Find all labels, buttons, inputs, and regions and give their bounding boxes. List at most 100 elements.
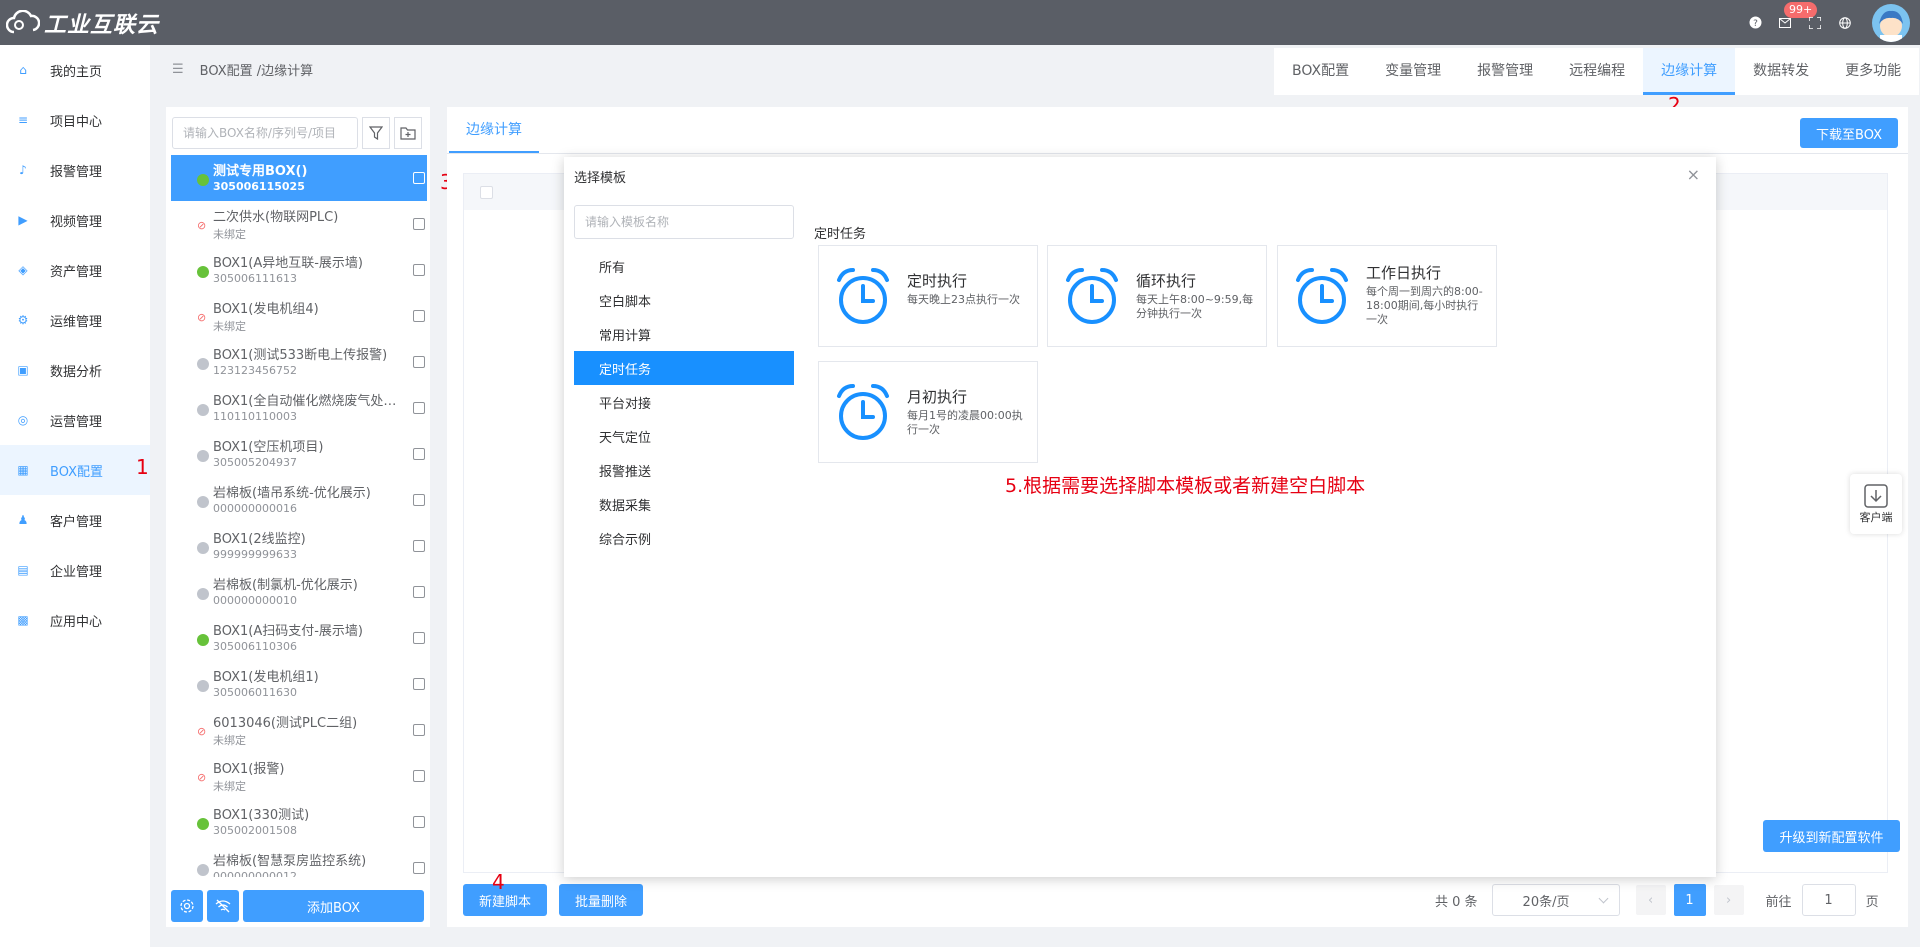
- template-category[interactable]: 常用计算: [574, 317, 794, 351]
- copy-icon[interactable]: [413, 218, 425, 230]
- new-script-button[interactable]: 新建脚本: [463, 884, 547, 916]
- copy-icon[interactable]: [413, 632, 425, 644]
- copy-icon[interactable]: [413, 310, 425, 322]
- logo[interactable]: 工业互联云: [6, 8, 159, 38]
- add-folder-icon[interactable]: [394, 117, 422, 149]
- nav-item-1[interactable]: ≡ 项目中心: [0, 95, 150, 145]
- box-list-item[interactable]: BOX1(A扫码支付-展示墙) 305006110306: [171, 615, 427, 661]
- copy-icon[interactable]: [413, 264, 425, 276]
- nav-item-5[interactable]: ⚙ 运维管理: [0, 295, 150, 345]
- close-icon[interactable]: ×: [1687, 165, 1700, 184]
- customer-service-widget[interactable]: 客户端: [1850, 474, 1902, 534]
- nav-item-9[interactable]: ♟ 客户管理: [0, 495, 150, 545]
- box-search-input[interactable]: 请输入BOX名称/序列号/项目: [172, 117, 358, 149]
- template-search-input[interactable]: 请输入模板名称: [574, 205, 794, 239]
- nav-item-label: 资产管理: [50, 264, 103, 280]
- copy-icon[interactable]: [413, 540, 425, 552]
- status-dot: [197, 542, 209, 554]
- tab-0[interactable]: BOX配置: [1274, 48, 1367, 95]
- box-list-item[interactable]: BOX1(空压机项目) 305005204937: [171, 431, 427, 477]
- nav-item-10[interactable]: ▤ 企业管理: [0, 545, 150, 595]
- template-card[interactable]: 循环执行 每天上午8:00~9:59,每分钟执行一次: [1047, 245, 1267, 347]
- template-category[interactable]: 平台对接: [574, 385, 794, 419]
- wifi-off-icon[interactable]: [207, 890, 239, 922]
- nav-item-2[interactable]: ♪ 报警管理: [0, 145, 150, 195]
- copy-icon[interactable]: [413, 862, 425, 874]
- box-serial: 123123456752: [213, 364, 297, 377]
- box-list-item[interactable]: 岩棉板(墙吊系统-优化展示) 000000000016: [171, 477, 427, 523]
- tab-6[interactable]: 更多功能: [1827, 48, 1919, 95]
- page-number[interactable]: 1: [1673, 884, 1706, 916]
- mail-icon[interactable]: 99+: [1770, 0, 1818, 45]
- svg-text:?: ?: [1753, 19, 1758, 29]
- fullscreen-icon[interactable]: [1800, 0, 1830, 45]
- bell-icon: ♪: [19, 163, 27, 177]
- select-all-checkbox[interactable]: [480, 186, 493, 199]
- menu-toggle-icon[interactable]: ☰: [172, 62, 184, 77]
- box-list-item[interactable]: BOX1(A异地互联-展示墙) 305006111613: [171, 247, 427, 293]
- tab-1[interactable]: 变量管理: [1367, 48, 1459, 95]
- box-name: BOX1(A异地互联-展示墙): [213, 256, 363, 271]
- copy-icon[interactable]: [413, 448, 425, 460]
- box-list-item[interactable]: 测试专用BOX() 305006115025: [171, 155, 427, 201]
- template-category[interactable]: 空白脚本: [574, 283, 794, 317]
- help-icon[interactable]: ?: [1740, 0, 1770, 45]
- template-card[interactable]: 工作日执行 每个周一到周六的8:00-18:00期间,每小时执行一次: [1277, 245, 1497, 347]
- prev-page-button[interactable]: ‹: [1635, 885, 1666, 915]
- settings-gear-icon[interactable]: [171, 890, 203, 922]
- copy-icon[interactable]: [413, 356, 425, 368]
- nav-item-4[interactable]: ◈ 资产管理: [0, 245, 150, 295]
- box-list-item[interactable]: BOX1(发电机组1) 305006011630: [171, 661, 427, 707]
- add-box-button[interactable]: 添加BOX: [243, 890, 424, 922]
- box-list-item[interactable]: ⊘ BOX1(报警) 未绑定: [171, 753, 427, 799]
- template-card[interactable]: 定时执行 每天晚上23点执行一次: [818, 245, 1038, 347]
- globe-icon[interactable]: [1830, 0, 1860, 45]
- copy-icon[interactable]: [413, 816, 425, 828]
- box-list-item[interactable]: 岩棉板(制氯机-优化展示) 000000000010: [171, 569, 427, 615]
- tab-4[interactable]: 边缘计算: [1643, 48, 1736, 95]
- template-category[interactable]: 综合示例: [574, 521, 794, 555]
- copy-icon[interactable]: [413, 494, 425, 506]
- page-size-select[interactable]: 20条/页: [1491, 884, 1620, 916]
- nav-item-6[interactable]: ▣ 数据分析: [0, 345, 150, 395]
- template-category[interactable]: 定时任务: [574, 351, 794, 385]
- nav-item-7[interactable]: ◎ 运营管理: [0, 395, 150, 445]
- template-card[interactable]: 月初执行 每月1号的凌晨00:00执行一次: [818, 361, 1038, 463]
- nav-item-11[interactable]: ▩ 应用中心: [0, 595, 150, 645]
- tab-2[interactable]: 报警管理: [1459, 48, 1551, 95]
- box-name: 岩棉板(制氯机-优化展示): [213, 578, 358, 593]
- box-list-item[interactable]: BOX1(全自动催化燃烧废气处理… 110110110003: [171, 385, 427, 431]
- tab-edge-computing[interactable]: 边缘计算: [449, 107, 539, 153]
- nav-item-0[interactable]: ⌂ 我的主页: [0, 45, 150, 95]
- box-list-item[interactable]: 岩棉板(智慧泵房监控系统) 000000000012: [171, 845, 427, 877]
- copy-icon[interactable]: [413, 724, 425, 736]
- copy-icon[interactable]: [413, 770, 425, 782]
- box-list-item[interactable]: ⊘ 二次供水(物联网PLC) 未绑定: [171, 201, 427, 247]
- batch-delete-button[interactable]: 批量删除: [559, 884, 643, 916]
- box-list-item[interactable]: BOX1(2线监控) 999999999633: [171, 523, 427, 569]
- next-page-button[interactable]: ›: [1713, 885, 1744, 915]
- filter-icon[interactable]: [362, 117, 390, 149]
- box-list-item[interactable]: ⊘ BOX1(发电机组4) 未绑定: [171, 293, 427, 339]
- box-list-item[interactable]: ⊘ 6013046(测试PLC二组) 未绑定: [171, 707, 427, 753]
- copy-icon[interactable]: [413, 586, 425, 598]
- copy-icon[interactable]: [413, 678, 425, 690]
- box-list-item[interactable]: BOX1(330测试) 305002001508: [171, 799, 427, 845]
- card-description: 每天上午8:00~9:59,每分钟执行一次: [1136, 293, 1254, 320]
- copy-icon[interactable]: [413, 402, 425, 414]
- box-serial: 未绑定: [213, 734, 246, 747]
- nav-item-8[interactable]: ▦ BOX配置: [0, 445, 150, 495]
- box-list-item[interactable]: BOX1(测试533断电上传报警) 123123456752: [171, 339, 427, 385]
- download-to-box-button[interactable]: 下载至BOX: [1800, 118, 1898, 148]
- template-category[interactable]: 报警推送: [574, 453, 794, 487]
- nav-item-3[interactable]: ▶ 视频管理: [0, 195, 150, 245]
- template-category[interactable]: 数据采集: [574, 487, 794, 521]
- copy-icon[interactable]: [413, 172, 425, 184]
- tab-3[interactable]: 远程编程: [1551, 48, 1643, 95]
- template-category[interactable]: 天气定位: [574, 419, 794, 453]
- upgrade-software-button[interactable]: 升级到新配置软件: [1763, 820, 1900, 852]
- avatar[interactable]: [1872, 3, 1910, 42]
- tab-5[interactable]: 数据转发: [1735, 48, 1827, 95]
- template-category[interactable]: 所有: [574, 249, 794, 283]
- goto-page-input[interactable]: 1: [1801, 884, 1856, 916]
